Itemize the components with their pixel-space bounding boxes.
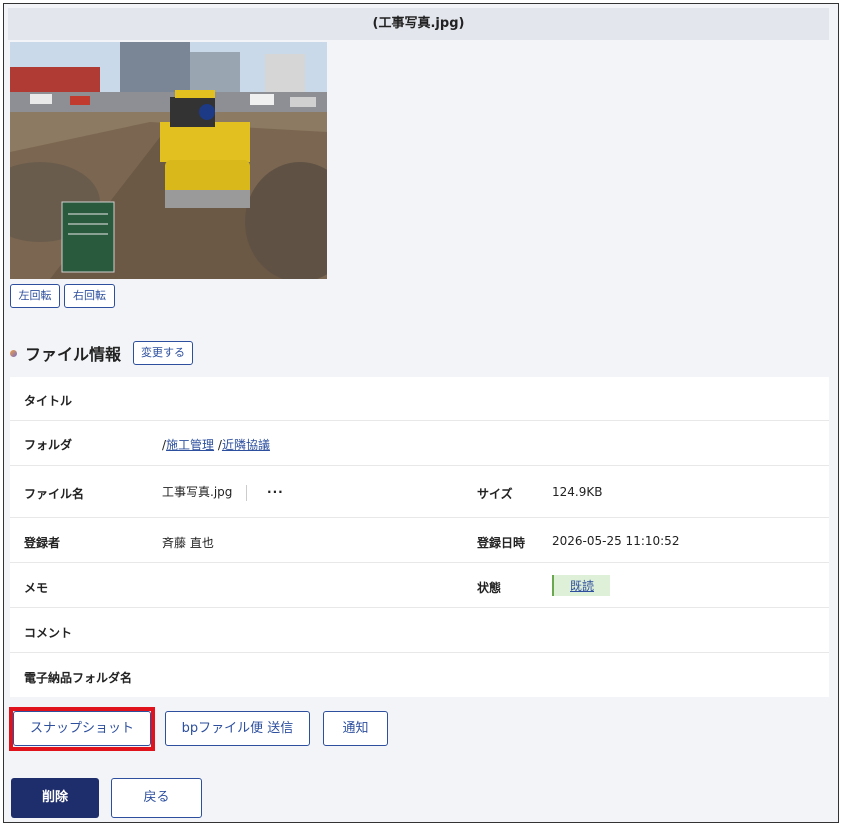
delivery-folder-label: 電子納品フォルダ名 xyxy=(24,671,133,685)
row-filename: ファイル名 工事写真.jpg ··· サイズ 124.9KB xyxy=(10,466,829,518)
row-registrant: 登録者 斉藤 直也 登録日時 2026-05-25 11:10:52 xyxy=(10,518,829,563)
bp-send-button[interactable]: bpファイル便 送信 xyxy=(165,711,310,746)
registered-at-value: 2026-05-25 11:10:52 xyxy=(552,534,680,548)
notify-button[interactable]: 通知 xyxy=(323,711,388,746)
row-delivery-folder: 電子納品フォルダ名 xyxy=(10,653,829,697)
comment-label: コメント xyxy=(24,626,73,640)
row-comment: コメント xyxy=(10,608,829,653)
snapshot-button[interactable]: スナップショット xyxy=(13,711,151,746)
registrant-label: 登録者 xyxy=(24,536,61,550)
rotate-left-button[interactable]: 左回転 xyxy=(10,284,60,308)
more-menu-icon[interactable]: ··· xyxy=(267,485,284,499)
filename-cell: 工事写真.jpg ··· xyxy=(162,483,284,501)
row-title: タイトル xyxy=(10,377,829,421)
folder-label: フォルダ xyxy=(24,438,73,452)
filename-label: ファイル名 xyxy=(24,487,85,501)
status-label: 状態 xyxy=(477,581,502,595)
file-info-table: タイトル フォルダ /施工管理 /近隣協議 ファイル名 工事写真.jpg ···… xyxy=(10,377,829,697)
size-label: サイズ xyxy=(477,487,513,501)
change-button[interactable]: 変更する xyxy=(133,341,194,365)
divider xyxy=(246,484,248,501)
memo-label: メモ xyxy=(24,581,49,595)
status-cell: 既読 xyxy=(552,575,611,596)
row-folder: フォルダ /施工管理 /近隣協議 xyxy=(10,421,829,466)
file-info-header: ファイル情報 変更する xyxy=(10,340,194,366)
section-title: ファイル情報 xyxy=(25,345,122,364)
status-link[interactable]: 既読 xyxy=(570,579,594,593)
delete-button[interactable]: 削除 xyxy=(11,778,99,818)
registrant-value: 斉藤 直也 xyxy=(162,536,214,550)
size-value: 124.9KB xyxy=(552,485,603,499)
photo-preview xyxy=(10,42,327,279)
registered-at-label: 登録日時 xyxy=(477,536,526,550)
folder-path: /施工管理 /近隣協議 xyxy=(162,436,270,453)
rotate-right-button[interactable]: 右回転 xyxy=(64,284,115,308)
bullet-icon xyxy=(10,349,17,357)
page-title: (工事写真.jpg) xyxy=(8,8,829,40)
filename-value: 工事写真.jpg xyxy=(162,485,233,499)
status-badge: 既読 xyxy=(552,575,611,596)
folder-link-sekou-kanri[interactable]: 施工管理 xyxy=(166,438,214,452)
row-memo: メモ 状態 既読 xyxy=(10,563,829,608)
title-label: タイトル xyxy=(24,394,73,408)
folder-link-kinrin-kyougi[interactable]: 近隣協議 xyxy=(222,438,270,452)
back-button[interactable]: 戻る xyxy=(111,778,202,818)
